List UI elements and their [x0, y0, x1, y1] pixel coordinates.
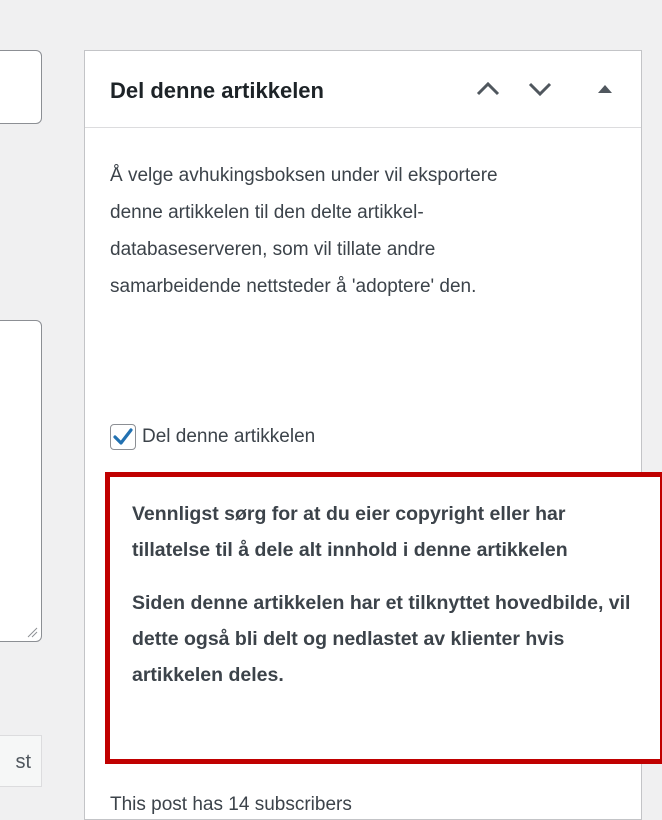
move-down-button[interactable]: [520, 69, 560, 109]
metabox-header: Del denne artikkelen: [85, 51, 641, 128]
chevron-up-icon: [476, 81, 500, 96]
triangle-up-icon: [598, 85, 612, 93]
chevron-down-icon: [528, 82, 552, 97]
share-checkbox-label[interactable]: Del denne artikkelen: [142, 426, 315, 448]
left-action-button[interactable]: st: [0, 735, 42, 787]
content-textarea[interactable]: [0, 320, 42, 642]
toggle-panel-button[interactable]: [585, 69, 625, 109]
checkmark-icon: [113, 428, 133, 445]
copyright-warning-box: Vennligst sørg for at du eier copyright …: [105, 472, 662, 764]
share-description: Å velge avhukingsboksen under vil ekspor…: [110, 165, 498, 297]
featured-image-warning-text: Siden denne artikkelen har et tilknyttet…: [132, 592, 631, 686]
subscribers-count: This post has 14 subscribers: [110, 794, 352, 815]
share-checkbox[interactable]: [110, 424, 136, 450]
share-article-metabox: Del denne artikkelen Å velge avhukingsbo…: [84, 50, 662, 820]
resize-grip-icon[interactable]: [26, 626, 38, 638]
metabox-title: Del denne artikkelen: [110, 78, 324, 103]
copyright-warning-text: Vennligst sørg for at du eier copyright …: [132, 503, 568, 561]
title-input[interactable]: [0, 50, 42, 124]
share-checkbox-row[interactable]: Del denne artikkelen: [110, 424, 315, 450]
move-up-button[interactable]: [468, 69, 508, 109]
